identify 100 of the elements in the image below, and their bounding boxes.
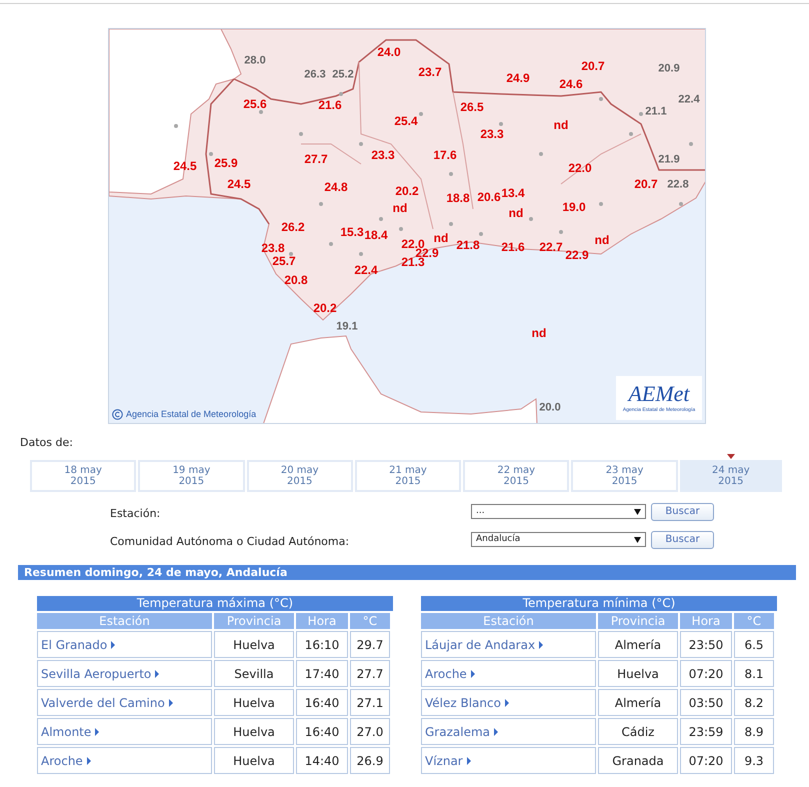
table-cell: 16:10 <box>296 630 348 658</box>
map-attribution: Agencia Estatal de Meteorología <box>126 408 256 421</box>
temperature-label: 21.1 <box>645 106 667 118</box>
temperature-label: 19.1 <box>336 322 358 332</box>
caret-icon <box>539 641 544 650</box>
logo-name: AEMet <box>628 383 690 405</box>
temperature-label: 25.9 <box>214 157 238 169</box>
temperature-label: 24.0 <box>377 46 401 58</box>
caret-icon <box>86 757 91 766</box>
temperature-label: 23.7 <box>418 66 442 78</box>
temperature-label: 20.6 <box>477 191 501 203</box>
station-link[interactable]: El Granado <box>41 638 108 652</box>
date-tab[interactable]: 18 may 2015 <box>30 460 136 492</box>
temperature-label: 25.4 <box>394 115 418 127</box>
caret-icon <box>155 670 160 678</box>
temperature-label: 24.8 <box>324 181 348 193</box>
temperature-label: 22.0 <box>568 162 592 174</box>
column-header: Provincia <box>214 612 294 628</box>
search-button[interactable]: Buscar <box>651 530 714 548</box>
temperature-label: 24.5 <box>173 160 197 172</box>
temperature-label: 20.0 <box>539 402 561 414</box>
temperature-label: 24.5 <box>227 178 251 190</box>
temperature-label: 20.2 <box>313 302 337 314</box>
column-header: Hora <box>296 612 348 628</box>
temperature-label: 24.9 <box>506 72 530 84</box>
temperature-label: 18.8 <box>446 192 470 204</box>
table-title: Temperatura máxima (°C) <box>37 596 393 610</box>
date-tab[interactable]: 23 may 2015 <box>571 460 678 492</box>
station-link[interactable]: Láujar de Andarax <box>425 638 536 652</box>
temperature-label: 19.0 <box>562 201 586 213</box>
temperature-label: 21.6 <box>501 241 525 253</box>
temperature-label: 23.8 <box>261 242 285 254</box>
dropdown-arrow-icon <box>634 536 641 542</box>
column-header: °C <box>734 612 774 628</box>
table-cell: 03:50 <box>680 688 732 716</box>
table-cell: Cádiz <box>598 718 678 744</box>
table-cell: Huelva <box>598 660 678 686</box>
temperature-label: 21.3 <box>401 256 425 268</box>
table-cell: Sevilla <box>214 660 294 686</box>
temperature-label: 13.4 <box>501 187 525 199</box>
column-header: Provincia <box>598 612 678 628</box>
caret-icon <box>466 757 471 766</box>
dropdown[interactable]: Andalucía <box>471 532 646 547</box>
temperature-label: 26.3 <box>304 70 326 80</box>
date-tab[interactable]: 19 may 2015 <box>138 460 245 492</box>
temperature-label: 22.9 <box>415 247 439 259</box>
date-tab[interactable]: 20 may 2015 <box>246 460 353 492</box>
table-cell: 23:59 <box>680 718 732 744</box>
temperature-label: 22.0 <box>401 238 425 250</box>
dates-label: Datos de: <box>20 435 73 451</box>
station-link[interactable]: Sevilla Aeropuerto <box>41 666 152 680</box>
date-tab[interactable]: 21 may 2015 <box>354 460 462 492</box>
table-cell: 14:40 <box>296 746 348 774</box>
temperature-label: 18.4 <box>364 229 388 241</box>
table-cell: 16:40 <box>296 688 348 716</box>
table-cell: Huelva <box>214 688 294 716</box>
station-link[interactable]: Aroche <box>41 754 83 768</box>
temperature-label: 21.8 <box>456 239 480 251</box>
station-link[interactable]: Valverde del Camino <box>41 696 165 710</box>
temperature-label: 23.3 <box>371 149 395 161</box>
table-cell: 23:50 <box>680 630 732 658</box>
temperature-label: 20.7 <box>581 60 605 72</box>
column-header: Estación <box>37 612 212 628</box>
table-cell: 8.2 <box>734 688 774 716</box>
temperature-label: nd <box>594 234 610 246</box>
table-cell: 27.1 <box>350 688 390 716</box>
table-cell: 27.7 <box>350 660 390 686</box>
dropdown[interactable]: ... <box>471 504 646 519</box>
temperature-label: 21.9 <box>658 154 680 166</box>
temperature-label: 21.6 <box>318 99 342 111</box>
table-cell: Huelva <box>214 746 294 774</box>
temperature-label: 28.0 <box>244 56 266 66</box>
temperature-label: 22.9 <box>565 249 589 261</box>
table-cell: 6.5 <box>734 630 774 658</box>
temperature-label: 25.6 <box>243 98 267 110</box>
column-header: Estación <box>421 612 596 628</box>
temperature-label: 26.5 <box>460 101 484 113</box>
temperature-label: nd <box>392 202 408 214</box>
station-link[interactable]: Vélez Blanco <box>425 696 501 710</box>
date-tab[interactable]: 22 may 2015 <box>463 460 570 492</box>
table-cell: Huelva <box>214 718 294 744</box>
column-header: Hora <box>680 612 732 628</box>
station-link[interactable]: Almonte <box>41 724 92 738</box>
temperature-label: 22.7 <box>539 241 563 253</box>
field-label: Comunidad Autónoma o Ciudad Autónoma: <box>110 534 350 550</box>
station-link[interactable]: Aroche <box>425 666 467 680</box>
search-button[interactable]: Buscar <box>651 502 714 520</box>
table-cell: 07:20 <box>680 746 732 774</box>
table-cell: Huelva <box>214 630 294 658</box>
station-link[interactable]: Grazalema <box>425 724 490 738</box>
temperature-label: 27.7 <box>304 153 328 165</box>
station-link[interactable]: Víznar <box>425 754 463 768</box>
temperature-label: 25.7 <box>272 255 296 267</box>
temperature-label: 22.4 <box>354 264 378 276</box>
caret-icon <box>470 670 475 678</box>
temperature-label: nd <box>532 327 546 339</box>
caret-icon <box>95 728 100 736</box>
temperature-label: nd <box>434 232 448 244</box>
table-title: Temperatura mínima (°C) <box>421 596 777 610</box>
summary-header: Resumen domingo, 24 de mayo, Andalucía <box>18 564 796 580</box>
